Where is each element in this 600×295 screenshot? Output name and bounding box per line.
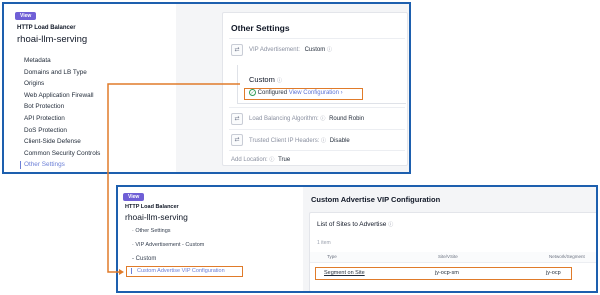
column-header-type: Type	[327, 254, 337, 259]
sidebar-item-metadata[interactable]: Metadata	[24, 55, 100, 67]
resource-type-label: HTTP Load Balancer	[17, 25, 76, 31]
chevron-right-icon: ›	[340, 90, 343, 97]
sidebar-item-custom[interactable]: - Custom	[118, 252, 303, 266]
main-content: Custom Advertise VIP Configuration List …	[303, 187, 596, 291]
resource-type-label: HTTP Load Balancer	[125, 204, 179, 210]
table-row[interactable]: Segment on Site jy-ocp-sm jy-ocp	[315, 267, 572, 280]
vip-advertisement-row: VIP Advertisement: Custom ⓘ	[249, 46, 332, 53]
custom-title-text: Custom	[249, 75, 275, 84]
info-icon: ⓘ	[320, 116, 326, 122]
info-icon: ⓘ	[388, 222, 394, 228]
vip-advertisement-label: VIP Advertisement:	[249, 47, 300, 53]
sidebar-nav: Metadata Domains and LB Type Origins Web…	[19, 55, 100, 171]
trusted-client-ip-label: Trusted Client IP Headers:	[249, 138, 320, 144]
sidebar: View HTTP Load Balancer rhoai-llm-servin…	[118, 187, 303, 291]
info-icon: ⓘ	[269, 157, 275, 163]
info-icon: ⓘ	[326, 47, 332, 53]
view-configuration-link[interactable]: ✓ Configured View Configuration ›	[244, 88, 363, 100]
column-header-network-segment: Network/Segment	[549, 254, 585, 259]
sidebar-item-label: Custom	[135, 256, 157, 262]
custom-vip-configuration-screen: View HTTP Load Balancer rhoai-llm-servin…	[116, 185, 598, 293]
view-badge: View	[123, 193, 145, 201]
sidebar-item-domains-and-lb-type[interactable]: Domains and LB Type	[24, 67, 100, 79]
route-icon: ⇄	[231, 113, 243, 125]
load-balancing-row: Load Balancing Algorithm: ⓘ Round Robin	[249, 115, 364, 122]
sites-to-advertise-card: List of Sites to Advertise ⓘ 1 item Type…	[309, 212, 596, 291]
divider	[229, 38, 405, 39]
route-icon: ⇄	[231, 44, 243, 56]
sidebar-item-vip-advertisement-custom[interactable]: · VIP Advertisement - Custom	[118, 238, 303, 252]
route-icon: ⇄	[231, 134, 243, 146]
card-title: List of Sites to Advertise ⓘ	[317, 221, 393, 228]
sidebar-item-dos-protection[interactable]: DoS Protection	[24, 125, 100, 137]
card-title-text: List of Sites to Advertise	[317, 221, 387, 228]
other-settings-card: Other Settings ⇄ VIP Advertisement: Cust…	[222, 12, 408, 166]
custom-section-title: Custom ⓘ	[249, 75, 282, 84]
load-balancing-label: Load Balancing Algorithm:	[249, 116, 319, 122]
vip-advertisement-value: Custom	[304, 47, 326, 53]
load-balancing-value: Round Robin	[329, 116, 365, 122]
cell-site-vsite: jy-ocp-sm	[435, 270, 459, 276]
resource-name: rhoai-llm-serving	[17, 34, 88, 45]
divider	[229, 107, 405, 108]
column-header-site-vsite: Site/VSite	[438, 254, 458, 259]
table-header: Type Site/VSite Network/Segment	[310, 252, 596, 263]
trusted-client-ip-value: Disable	[329, 138, 350, 144]
sidebar-item-common-security-controls[interactable]: Common Security Controls	[24, 148, 100, 160]
info-icon: ⓘ	[321, 138, 327, 144]
sidebar-item-label: VIP Advertisement - Custom	[135, 242, 205, 248]
sidebar-item-origins[interactable]: Origins	[24, 78, 100, 90]
sidebar-nav: · Other Settings · VIP Advertisement - C…	[118, 224, 303, 277]
sidebar-item-web-application-firewall[interactable]: Web Application Firewall	[24, 90, 100, 102]
sidebar-item-bot-protection[interactable]: Bot Protection	[24, 101, 100, 113]
sidebar-item-label: Other Settings	[135, 228, 171, 234]
add-location-value: True	[278, 157, 291, 163]
cell-network-segment: jy-ocp	[546, 270, 561, 276]
trusted-client-ip-row: Trusted Client IP Headers: ⓘ Disable	[249, 137, 350, 144]
configured-status: Configured	[257, 90, 288, 97]
divider	[229, 129, 405, 130]
item-count: 1 item	[317, 240, 331, 246]
main-content: Other Settings ⇄ VIP Advertisement: Cust…	[176, 4, 409, 172]
check-circle-icon: ✓	[249, 89, 256, 96]
info-icon: ⓘ	[276, 78, 282, 84]
cell-type[interactable]: Segment on Site	[324, 270, 365, 276]
sidebar-item-other-settings[interactable]: · Other Settings	[118, 224, 303, 238]
view-badge: View	[15, 12, 37, 20]
resource-name: rhoai-llm-serving	[125, 212, 188, 222]
divider	[229, 150, 405, 151]
sidebar-item-client-side-defense[interactable]: Client-Side Defense	[24, 136, 100, 148]
other-settings-screen: View HTTP Load Balancer rhoai-llm-servin…	[2, 2, 411, 174]
sidebar-item-other-settings[interactable]: Other Settings	[19, 159, 100, 171]
card-title: Other Settings	[231, 23, 290, 33]
add-location-row: Add Location: ⓘ True	[231, 156, 290, 163]
view-configuration-text[interactable]: View Configuration	[289, 90, 339, 96]
add-location-label: Add Location:	[231, 157, 268, 163]
sidebar: View HTTP Load Balancer rhoai-llm-servin…	[4, 4, 176, 172]
sidebar-item-api-protection[interactable]: API Protection	[24, 113, 100, 125]
page-title: Custom Advertise VIP Configuration	[311, 195, 441, 204]
sidebar-item-custom-advertise-vip-configuration[interactable]: Custom Advertise VIP Configuration	[126, 266, 243, 277]
